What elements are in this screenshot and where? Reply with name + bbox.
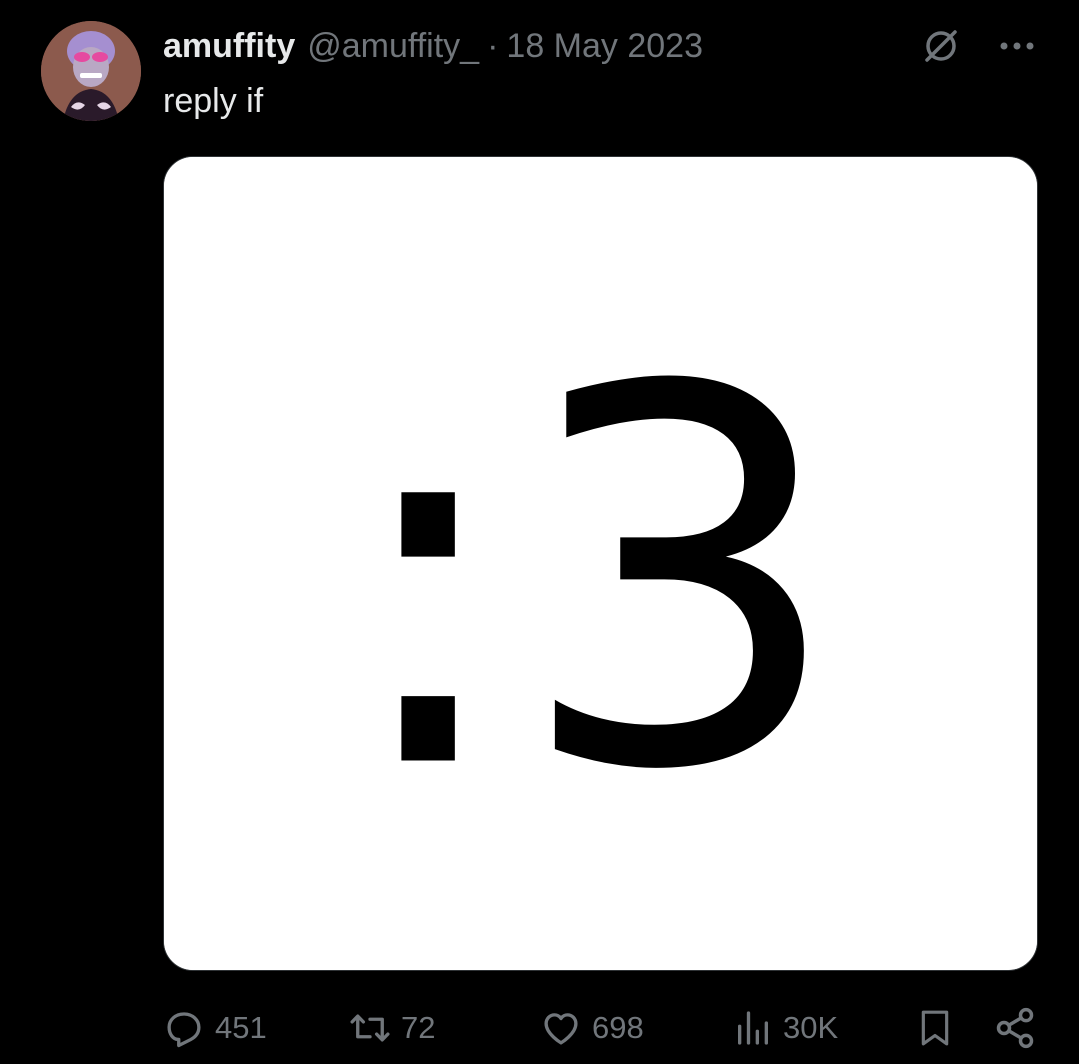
like-count: 698 bbox=[592, 1010, 644, 1045]
reply-button[interactable]: 451 bbox=[163, 1004, 267, 1052]
display-name[interactable]: amuffity bbox=[163, 26, 295, 66]
views-count: 30K bbox=[783, 1010, 839, 1045]
grok-icon[interactable] bbox=[919, 24, 963, 68]
tweet-date[interactable]: 18 May 2023 bbox=[506, 26, 703, 66]
heart-icon bbox=[544, 1013, 578, 1045]
share-icon bbox=[996, 1007, 1034, 1049]
tweet-action-bar: 451 72 698 30K bbox=[163, 1004, 1038, 1052]
header-separator: · bbox=[487, 27, 499, 65]
retweet-button[interactable]: 72 bbox=[349, 1004, 435, 1052]
views-chart-icon bbox=[738, 1011, 768, 1045]
reply-icon bbox=[167, 1012, 201, 1048]
like-button[interactable]: 698 bbox=[540, 1004, 644, 1052]
retweet-count: 72 bbox=[401, 1010, 436, 1045]
tweet: amuffity @amuffity_ · 18 May 2023 reply … bbox=[0, 0, 1079, 1064]
avatar[interactable] bbox=[41, 21, 141, 121]
more-options-icon[interactable] bbox=[995, 24, 1039, 68]
tweet-media-image[interactable]: :3 bbox=[163, 156, 1038, 971]
reply-count: 451 bbox=[215, 1010, 267, 1045]
retweet-icon bbox=[350, 1014, 390, 1042]
share-button[interactable] bbox=[993, 1004, 1037, 1052]
bookmark-icon bbox=[921, 1010, 949, 1046]
tweet-text: reply if bbox=[163, 82, 264, 120]
avatar-image bbox=[41, 21, 141, 121]
media-image-text: :3 bbox=[341, 281, 846, 884]
user-handle[interactable]: @amuffity_ bbox=[307, 26, 479, 66]
bookmark-button[interactable] bbox=[915, 1004, 955, 1052]
tweet-top-actions bbox=[919, 24, 1039, 68]
views-button[interactable]: 30K bbox=[733, 1004, 838, 1052]
tweet-header: amuffity @amuffity_ · 18 May 2023 bbox=[163, 26, 703, 66]
